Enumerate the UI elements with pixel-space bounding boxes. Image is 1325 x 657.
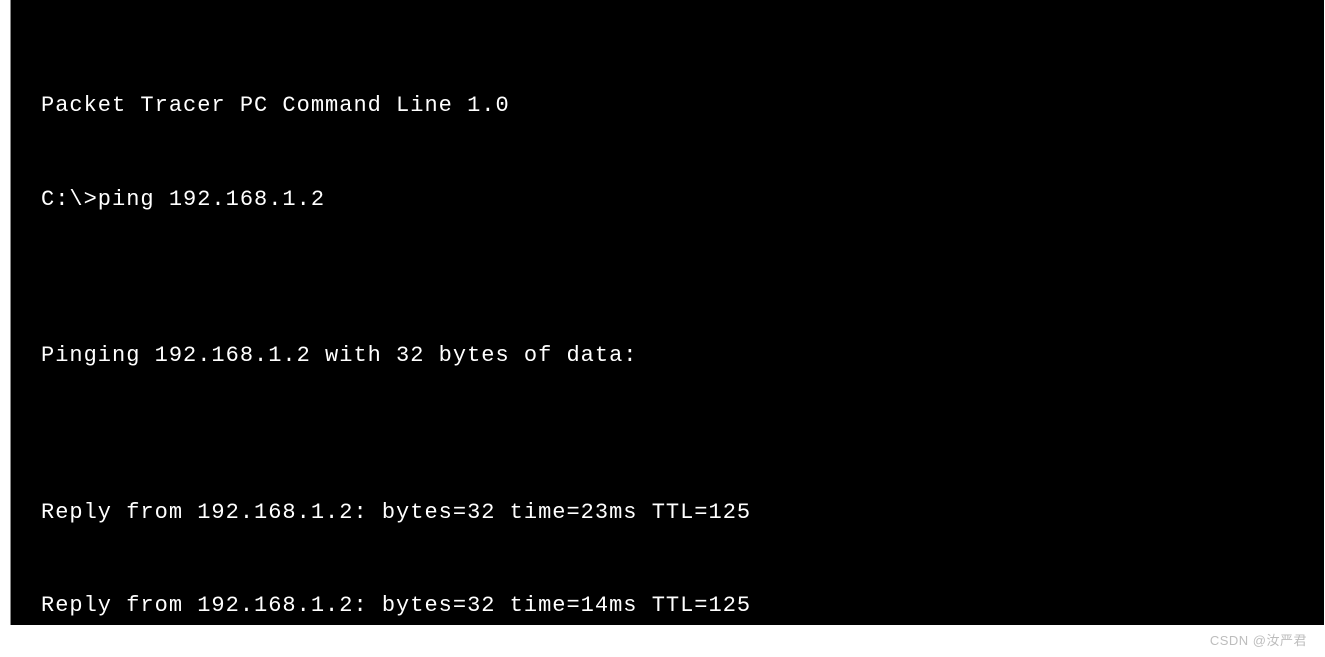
ping-reply: Reply from 192.168.1.2: bytes=32 time=23…: [41, 497, 1294, 528]
watermark-text: CSDN @汝严君: [1210, 630, 1307, 649]
terminal-window[interactable]: Packet Tracer PC Command Line 1.0 C:\>pi…: [10, 0, 1324, 625]
ping-reply: Reply from 192.168.1.2: bytes=32 time=14…: [41, 590, 1294, 621]
pinging-status: Pinging 192.168.1.2 with 32 bytes of dat…: [41, 340, 1294, 371]
terminal-header: Packet Tracer PC Command Line 1.0: [41, 90, 1294, 121]
command-line-ping: C:\>ping 192.168.1.2: [41, 184, 1294, 215]
